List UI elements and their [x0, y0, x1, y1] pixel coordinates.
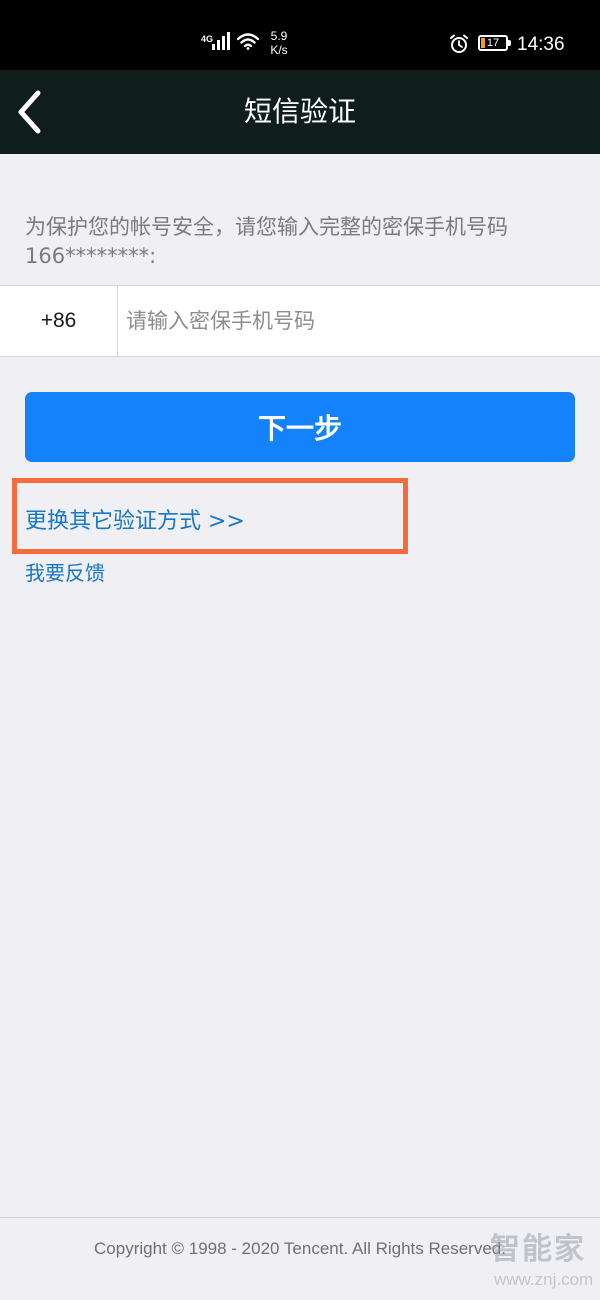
watermark: 智能家 www.znj.com: [488, 1232, 598, 1298]
watermark-url: www.znj.com: [494, 1270, 594, 1289]
signal-icon: [212, 32, 232, 54]
status-bar: 4G 5.9 K/s 17 14:36: [0, 0, 600, 70]
feedback-link[interactable]: 我要反馈: [25, 560, 105, 586]
alarm-icon: [449, 34, 469, 58]
switch-verification-method-link[interactable]: 更换其它验证方式 >>: [25, 508, 245, 536]
battery-icon: 17: [478, 35, 508, 51]
network-speed-value: 5.9: [270, 29, 288, 43]
wifi-icon: [236, 33, 260, 54]
country-code[interactable]: +86: [0, 286, 118, 356]
back-button[interactable]: [10, 88, 54, 136]
phone-number-input[interactable]: [118, 286, 596, 356]
prompt-line-1: 为保护您的帐号安全，请您输入完整的密保手机号码: [25, 215, 508, 239]
network-speed: 5.9 K/s: [264, 29, 294, 57]
page-title: 短信验证: [243, 95, 356, 128]
phone-input-row: +86: [0, 285, 600, 357]
verification-prompt: 为保护您的帐号安全，请您输入完整的密保手机号码 166********:: [25, 213, 585, 271]
chevron-left-icon: [18, 90, 41, 134]
nav-bar: 短信验证: [0, 70, 600, 154]
battery-tip: [508, 40, 511, 46]
network-speed-unit: K/s: [270, 43, 288, 57]
clock: 14:36: [517, 34, 565, 55]
next-step-button[interactable]: 下一步: [25, 392, 575, 462]
battery-level: 17: [486, 37, 500, 49]
footer-divider: [0, 1217, 600, 1218]
masked-phone-number: 166********:: [25, 244, 157, 268]
watermark-logo: 智能家: [490, 1232, 586, 1267]
